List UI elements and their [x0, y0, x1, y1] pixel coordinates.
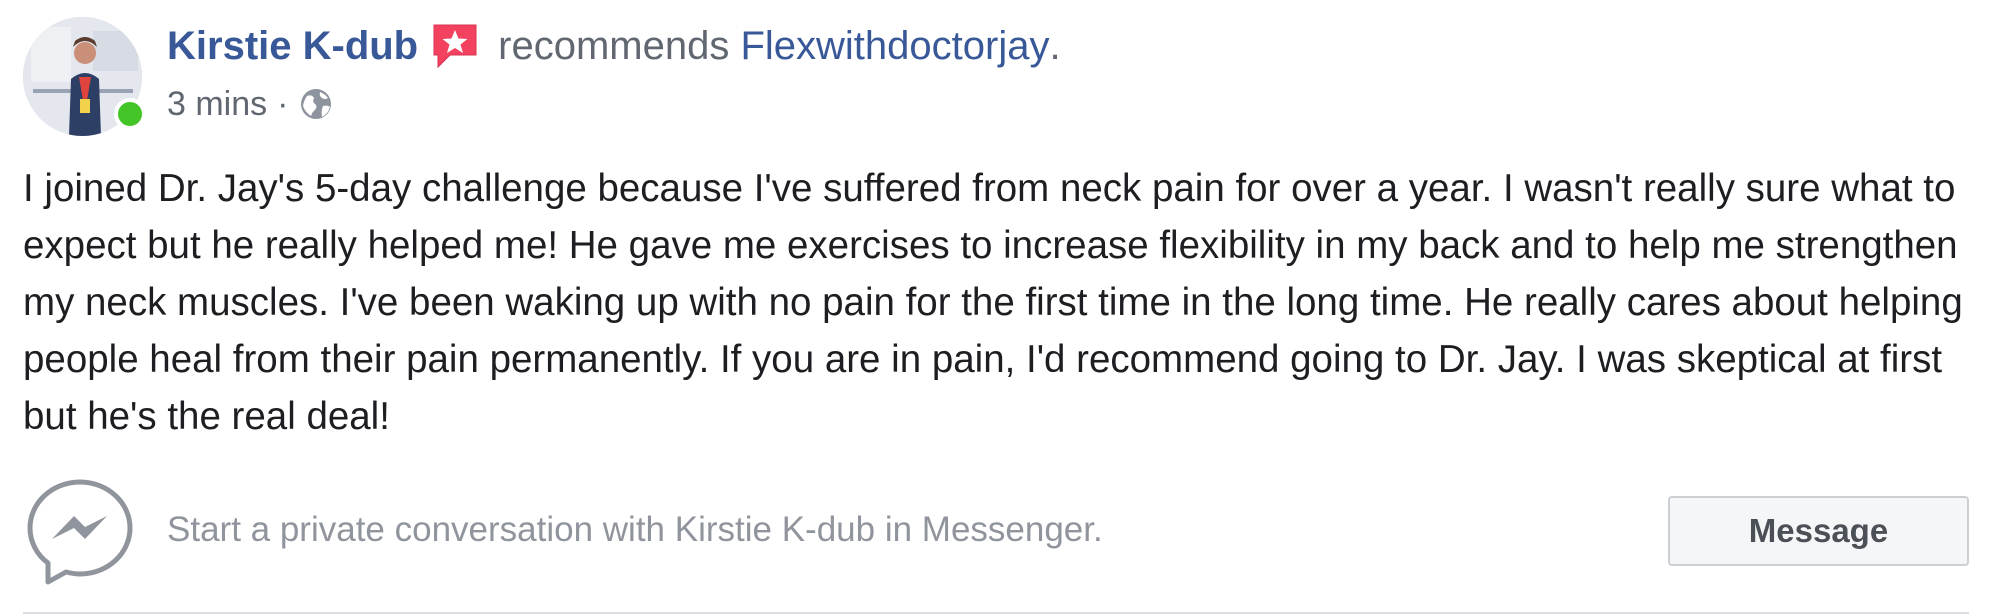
- section-divider: [23, 612, 1969, 614]
- post-timestamp[interactable]: 3 mins: [167, 84, 267, 124]
- page-name-link[interactable]: Flexwithdoctorjay: [740, 18, 1049, 74]
- online-status-dot: [114, 98, 146, 130]
- header-period: .: [1049, 24, 1061, 68]
- message-button[interactable]: Message: [1668, 496, 1969, 566]
- meta-separator: ·: [277, 85, 289, 123]
- post-meta: 3 mins ·: [167, 84, 334, 124]
- recommends-text: recommends: [498, 24, 730, 68]
- globe-icon[interactable]: [298, 86, 334, 122]
- author-name-link[interactable]: Kirstie K-dub: [167, 18, 418, 74]
- recommend-star-icon: [430, 21, 480, 71]
- messenger-prompt: Start a private conversation with Kirsti…: [167, 510, 1103, 549]
- messenger-icon: [24, 476, 136, 588]
- post-header: Kirstie K-dub recommends Flexwithdoctorj…: [167, 18, 1061, 74]
- post-body-text: I joined Dr. Jay's 5-day challenge becau…: [23, 167, 1963, 438]
